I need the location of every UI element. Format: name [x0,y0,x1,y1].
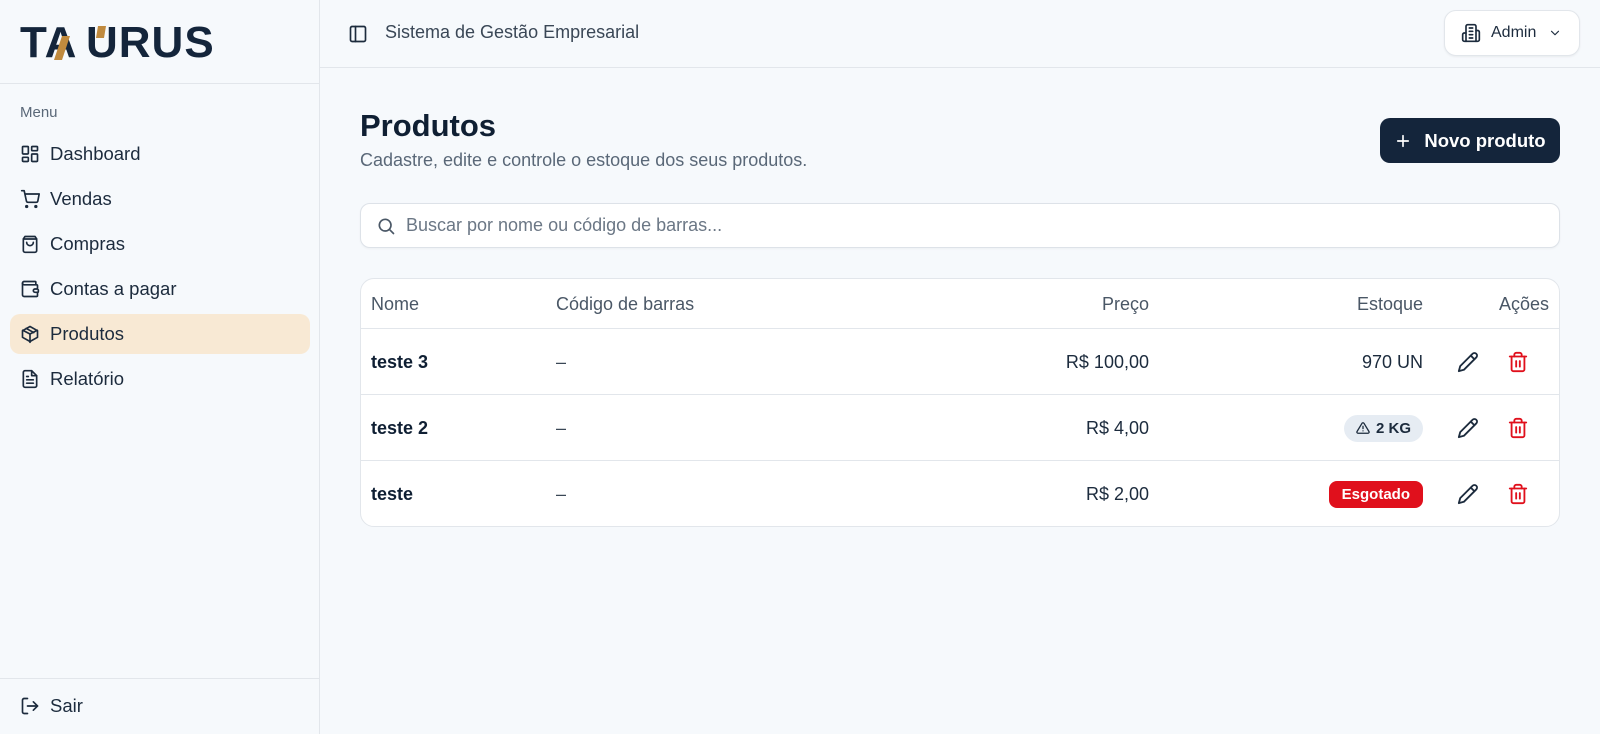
product-stock: 970 UN [1362,348,1423,376]
page-title: Produtos [360,108,497,143]
top-bar: Sistema de Gestão Empresarial Admin [320,0,1600,68]
sidebar-item-dashboard[interactable]: Dashboard [10,134,310,174]
sidebar-item-produtos[interactable]: Produtos [10,314,310,354]
svg-text:TA: TA [20,22,77,62]
trash-icon[interactable] [1507,417,1529,439]
trash-icon[interactable] [1507,351,1529,373]
search-icon [378,218,395,235]
account-label: Admin [1491,24,1537,41]
plus-icon [1394,132,1412,150]
stock-value: 970 UN [1361,351,1423,372]
sidebar: TA URUS Menu Dashboard Vendas Compras Co… [0,0,320,734]
product-barcode: – [556,418,567,438]
column-header-estoque: Estoque [1356,294,1423,314]
sidebar-item-label: Relatório [50,368,125,389]
product-name: teste 2 [371,418,429,438]
cart-icon [20,189,40,209]
edit-icon[interactable] [1457,351,1479,373]
file-text-icon [20,369,40,389]
table-row: teste – R$ 2,00 Esgotado [361,461,1559,526]
sidebar-item-vendas[interactable]: Vendas [10,179,310,219]
wallet-icon [20,279,40,299]
sidebar-item-label: Produtos [50,323,125,344]
product-price: R$ 4,00 [1085,418,1149,438]
product-price: R$ 2,00 [1085,484,1149,504]
shopping-bag-icon [20,234,40,254]
column-header-nome: Nome [371,294,420,314]
account-menu-button[interactable]: Admin [1444,10,1580,56]
building-icon [1461,23,1481,43]
product-stock: Esgotado [1328,480,1423,508]
taurus-logo[interactable]: TA URUS [20,22,240,62]
package-icon [20,324,40,344]
product-name: teste [371,484,414,504]
logout-label: Sair [50,695,83,716]
chevron-down-icon [1548,26,1562,40]
table-header: Nome Código de barras Preço Estoque Açõe… [361,279,1559,329]
new-product-label: Novo produto [1424,129,1546,151]
menu-heading: Menu [20,104,58,121]
trash-icon[interactable] [1507,483,1529,505]
new-product-button[interactable]: Novo produto [1380,118,1560,163]
search-box [360,203,1560,248]
sidebar-item-contas-a-pagar[interactable]: Contas a pagar [10,269,310,309]
column-header-acoes: Ações [1498,294,1549,314]
low-stock-badge: 2 KG [1343,414,1423,442]
page-subtitle: Cadastre, edite e controle o estoque dos… [360,150,808,170]
sidebar-nav: Dashboard Vendas Compras Contas a pagar … [10,134,310,404]
warning-triangle-icon [1356,421,1370,435]
sidebar-footer: Sair [0,678,320,734]
column-header-preco: Preço [1101,294,1149,314]
product-name: teste 3 [371,352,429,372]
product-barcode: – [556,352,567,372]
dashboard-icon [20,144,40,164]
product-price: R$ 100,00 [1065,352,1149,372]
search-input[interactable] [406,204,1546,247]
logout-icon [20,696,40,716]
sidebar-toggle-button[interactable] [346,22,370,46]
sidebar-item-label: Compras [50,233,126,254]
product-stock: 2 KG [1343,414,1423,442]
table-row: teste 3 – R$ 100,00 970 UN [361,329,1559,395]
edit-icon[interactable] [1457,417,1479,439]
sidebar-item-label: Contas a pagar [50,278,177,299]
product-barcode: – [556,484,567,504]
logout-button[interactable]: Sair [20,695,83,717]
stock-value: 2 KG [1375,419,1411,437]
products-table: Nome Código de barras Preço Estoque Açõe… [360,278,1560,527]
panel-left-icon [349,25,367,43]
system-title: Sistema de Gestão Empresarial [385,22,640,42]
out-of-stock-badge: Esgotado [1328,480,1423,508]
sidebar-item-label: Dashboard [50,143,141,164]
sidebar-item-compras[interactable]: Compras [10,224,310,264]
sidebar-item-relatorio[interactable]: Relatório [10,359,310,399]
sidebar-item-label: Vendas [50,188,112,209]
column-header-codigo-de-barras: Código de barras [556,294,695,314]
edit-icon[interactable] [1457,483,1479,505]
table-row: teste 2 – R$ 4,00 2 KG [361,395,1559,461]
brand-area: TA URUS [0,0,319,84]
